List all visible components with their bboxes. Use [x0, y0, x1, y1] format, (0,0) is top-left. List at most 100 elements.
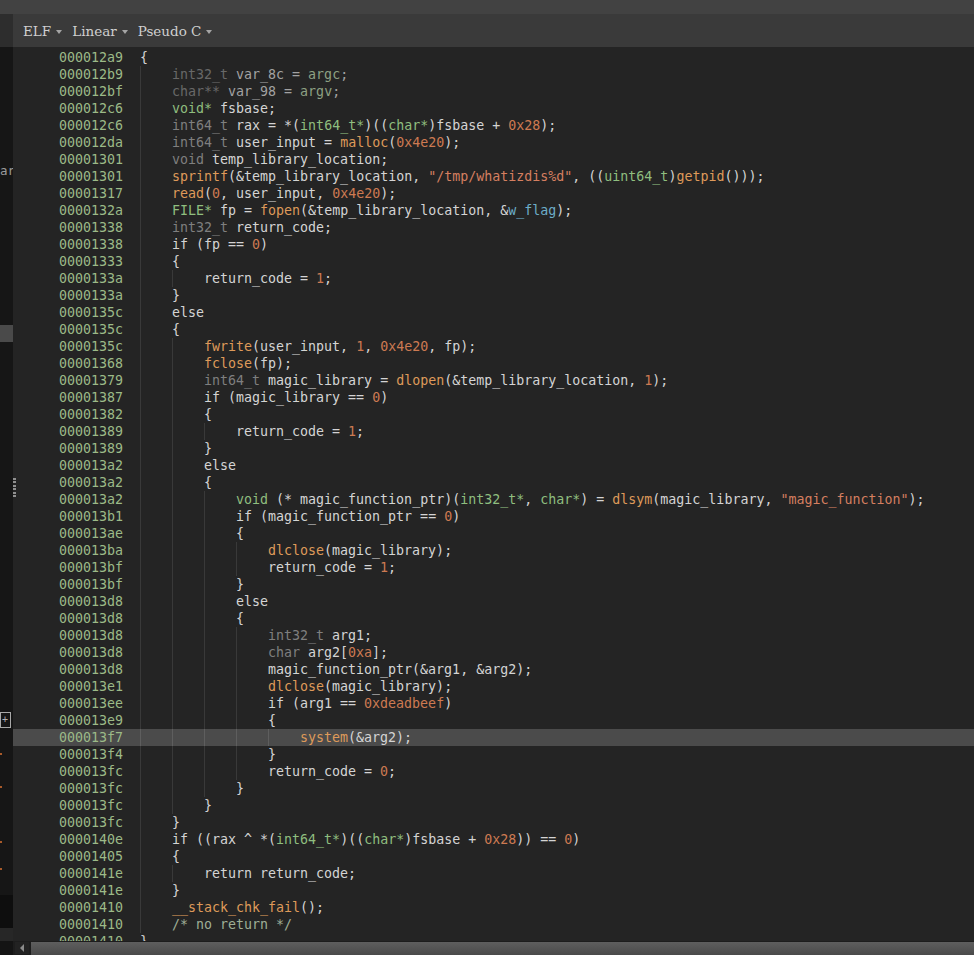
horizontal-scrollbar[interactable]: [0, 941, 974, 955]
line-code: if ((rax ^ *(int64_t*)((char*)fsbase + 0…: [172, 831, 580, 848]
scroll-left-button[interactable]: [15, 942, 29, 954]
indent-guide: [140, 338, 141, 355]
code-token: ;: [388, 560, 396, 575]
line-address: 000012c6: [59, 117, 123, 134]
indent-guide: [236, 763, 237, 780]
code-line[interactable]: 00001301void temp_library_location;: [13, 151, 974, 168]
line-code: int32_t return_code;: [172, 219, 332, 236]
line-code: {: [236, 525, 244, 542]
code-line[interactable]: 00001410}: [13, 933, 974, 941]
code-line[interactable]: 000012a9{: [13, 49, 974, 66]
code-token: }: [236, 781, 244, 796]
code-line[interactable]: 00001387if (magic_library == 0): [13, 389, 974, 406]
code-line[interactable]: 00001382{: [13, 406, 974, 423]
code-token: 0: [444, 509, 452, 524]
new-file-icon[interactable]: [0, 712, 11, 728]
code-line[interactable]: 000012c6int64_t rax = *(int64_t*)((char*…: [13, 117, 974, 134]
code-line[interactable]: 000013fc}: [13, 780, 974, 797]
code-line[interactable]: 00001338int32_t return_code;: [13, 219, 974, 236]
code-line[interactable]: 000013d8int32_t arg1;: [13, 627, 974, 644]
code-token: int32_t: [172, 220, 228, 235]
code-line[interactable]: 000013eeif (arg1 == 0xdeadbeef): [13, 695, 974, 712]
indent-guide: [204, 644, 205, 661]
code-line[interactable]: 0000135cfwrite(user_input, 1, 0x4e20, fp…: [13, 338, 974, 355]
code-line[interactable]: 000013fcreturn_code = 0;: [13, 763, 974, 780]
code-line[interactable]: 000013e1dlclose(magic_library);: [13, 678, 974, 695]
code-token: dlclose: [268, 543, 324, 558]
code-line[interactable]: 0000141e}: [13, 882, 974, 899]
code-token: int64_t: [204, 373, 260, 388]
code-line[interactable]: 000012daint64_t user_input = malloc(0x4e…: [13, 134, 974, 151]
indent-guide: [140, 134, 141, 151]
code-token: }: [236, 577, 244, 592]
code-token: ) =: [580, 492, 612, 507]
line-code: fclose(fp);: [204, 355, 292, 372]
code-line[interactable]: 000012b9int32_t var_8c = argc;: [13, 66, 974, 83]
code-line[interactable]: 0000132aFILE* fp = fopen(&temp_library_l…: [13, 202, 974, 219]
code-line[interactable]: 00001333{: [13, 253, 974, 270]
code-line[interactable]: 00001368fclose(fp);: [13, 355, 974, 372]
code-line[interactable]: 000013badlclose(magic_library);: [13, 542, 974, 559]
code-token: ()));: [724, 169, 764, 184]
code-line[interactable]: 000013b1if (magic_function_ptr == 0): [13, 508, 974, 525]
code-line[interactable]: 00001301sprintf(&temp_library_location, …: [13, 168, 974, 185]
code-line[interactable]: 000013fc}: [13, 814, 974, 831]
line-address: 00001389: [59, 440, 123, 457]
line-address: 0000135c: [59, 304, 123, 321]
code-line[interactable]: 000012c6void* fsbase;: [13, 100, 974, 117]
code-token: (&temp_library_location,: [444, 373, 644, 388]
code-line[interactable]: 000013f4}: [13, 746, 974, 763]
indent-guide: [172, 865, 173, 882]
line-address: 0000135c: [59, 321, 123, 338]
left-pane-block: [0, 325, 13, 342]
line-address: 000013f7: [59, 729, 123, 746]
code-line[interactable]: 00001410__stack_chk_fail();: [13, 899, 974, 916]
code-line[interactable]: 00001405{: [13, 848, 974, 865]
code-line[interactable]: 000013d8{: [13, 610, 974, 627]
code-line[interactable]: 0000140eif ((rax ^ *(int64_t*)((char*)fs…: [13, 831, 974, 848]
code-line[interactable]: 0000135celse: [13, 304, 974, 321]
view-mode-dropdown[interactable]: Linear: [72, 23, 127, 39]
splitter-handle[interactable]: [13, 478, 16, 499]
code-line[interactable]: 000013bfreturn_code = 1;: [13, 559, 974, 576]
code-line[interactable]: 000013a2else: [13, 457, 974, 474]
code-line[interactable]: 000013d8char arg2[0xa];: [13, 644, 974, 661]
code-line[interactable]: 00001379int64_t magic_library = dlopen(&…: [13, 372, 974, 389]
code-line[interactable]: 00001389}: [13, 440, 974, 457]
code-token: ): [444, 696, 452, 711]
code-line[interactable]: 00001317read(0, user_input, 0x4e20);: [13, 185, 974, 202]
code-line[interactable]: 000013fc}: [13, 797, 974, 814]
code-line[interactable]: 000013ae{: [13, 525, 974, 542]
code-line[interactable]: 000013a2{: [13, 474, 974, 491]
code-line[interactable]: 000013d8magic_function_ptr(&arg1, &arg2)…: [13, 661, 974, 678]
code-line[interactable]: 00001410/* no return */: [13, 916, 974, 933]
scrollbar-thumb[interactable]: [31, 942, 974, 955]
chevron-down-icon: [122, 30, 128, 34]
indent-guide: [140, 440, 141, 457]
code-token: return_code;: [228, 220, 332, 235]
code-line[interactable]: 000013bf}: [13, 576, 974, 593]
code-token: else: [236, 594, 268, 609]
indent-guide: [236, 695, 237, 712]
code-line[interactable]: 0000133a}: [13, 287, 974, 304]
language-dropdown[interactable]: Pseudo C: [138, 23, 213, 39]
code-line[interactable]: 000013d8else: [13, 593, 974, 610]
line-code: /* no return */: [172, 916, 292, 933]
indent-guide: [172, 389, 173, 406]
indent-guide: [236, 627, 237, 644]
binary-format-dropdown[interactable]: ELF: [23, 23, 62, 39]
code-line[interactable]: 000012bfchar** var_98 = argv;: [13, 83, 974, 100]
code-line[interactable]: 000013f7system(&arg2);: [13, 729, 974, 746]
code-line[interactable]: 0000141ereturn return_code;: [13, 865, 974, 882]
line-address: 00001382: [59, 406, 123, 423]
code-line[interactable]: 000013a2void (* magic_function_ptr)(int3…: [13, 491, 974, 508]
code-line[interactable]: 0000135c{: [13, 321, 974, 338]
indent-guide: [140, 848, 141, 865]
code-token: void: [172, 152, 204, 167]
code-line[interactable]: 0000133areturn_code = 1;: [13, 270, 974, 287]
code-line[interactable]: 00001338if (fp == 0): [13, 236, 974, 253]
code-token: }: [172, 883, 180, 898]
code-line[interactable]: 00001389return_code = 1;: [13, 423, 974, 440]
code-line[interactable]: 000013e9{: [13, 712, 974, 729]
indent-guide: [172, 780, 173, 797]
